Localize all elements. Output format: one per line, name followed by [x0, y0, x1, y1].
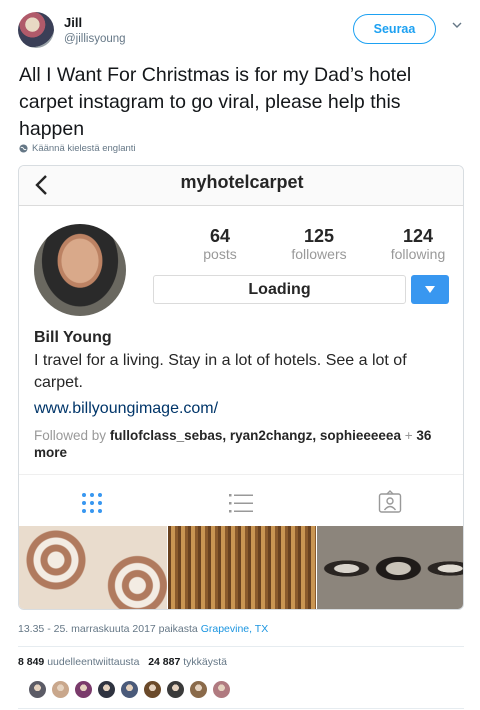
follow-button[interactable]: Seuraa — [353, 14, 436, 44]
translate-label: Käännä kielestä englanti — [32, 143, 136, 154]
carpet-photo — [317, 526, 463, 609]
liker-avatar[interactable] — [143, 680, 162, 699]
instagram-username: myhotelcarpet — [180, 172, 304, 192]
stat-followers: 125 followers — [274, 226, 364, 262]
liker-avatar[interactable] — [51, 680, 70, 699]
dropdown-button — [411, 275, 449, 304]
like-count[interactable]: 24 887 — [148, 656, 180, 668]
followed-suffix: + — [404, 428, 413, 443]
carpet-photo — [19, 526, 167, 609]
tagged-photos-icon — [378, 490, 402, 513]
triangle-down-icon — [425, 286, 435, 293]
author-avatar[interactable] — [18, 12, 54, 48]
liker-avatar[interactable] — [97, 680, 116, 699]
retweet-label[interactable]: uudelleentwiittausta — [47, 656, 139, 668]
stat-value: 64 — [209, 226, 231, 246]
followed-prefix: Followed by — [34, 428, 107, 443]
liker-avatar[interactable] — [166, 680, 185, 699]
like-label[interactable]: tykkäystä — [183, 656, 227, 668]
photo-grid — [19, 526, 463, 609]
tweet-text: All I Want For Christmas is for my Dad’s… — [19, 64, 412, 140]
liker-avatar[interactable] — [74, 680, 93, 699]
author-handle[interactable]: @jillisyoung — [64, 33, 126, 45]
profile-bio: Bill Young I travel for a living. Stay i… — [34, 328, 454, 461]
engagement-counts: 8 849 uudelleentwiittausta 24 887 tykkäy… — [18, 656, 227, 668]
media-image[interactable]: myhotelcarpet 64 posts 125 followers 124… — [18, 165, 464, 610]
stat-label: posts — [203, 246, 237, 262]
liker-avatar[interactable] — [120, 680, 139, 699]
liker-avatars — [28, 680, 235, 700]
stat-label: following — [390, 246, 446, 262]
profile-tabs — [19, 474, 463, 526]
profile-stats: 64 posts 125 followers 124 following — [154, 226, 452, 266]
tweet-timestamp: 13.35 - 25. marraskuuta 2017 paikasta Gr… — [18, 623, 268, 635]
stat-value: 125 — [303, 226, 335, 246]
stat-value: 124 — [402, 226, 434, 246]
instagram-top-bar: myhotelcarpet — [19, 166, 463, 206]
profile-photo — [34, 224, 126, 316]
divider — [18, 646, 464, 647]
timestamp-text[interactable]: 13.35 - 25. marraskuuta 2017 paikasta — [18, 623, 198, 635]
bio-text: I travel for a living. Stay in a lot of … — [34, 352, 407, 391]
divider — [18, 708, 464, 709]
chevron-down-icon[interactable] — [452, 20, 462, 30]
bio-name: Bill Young — [34, 329, 112, 346]
globe-icon — [19, 144, 28, 153]
liker-avatar[interactable] — [28, 680, 47, 699]
stat-posts: 64 posts — [175, 226, 265, 262]
carpet-photo — [168, 526, 316, 609]
stat-label: followers — [291, 246, 347, 262]
location-link[interactable]: Grapevine, TX — [201, 623, 269, 635]
loading-button: Loading — [153, 275, 406, 304]
bio-link: www.billyoungimage.com/ — [34, 400, 219, 417]
retweet-count[interactable]: 8 849 — [18, 656, 44, 668]
stat-following: 124 following — [373, 226, 463, 262]
liker-avatar[interactable] — [189, 680, 208, 699]
liker-avatar[interactable] — [212, 680, 231, 699]
translate-link[interactable]: Käännä kielestä englanti — [19, 143, 136, 154]
grid-icon — [82, 493, 102, 513]
followed-users: fullofclass_sebas, ryan2changz, sophieee… — [109, 428, 401, 443]
followed-by: Followed by fullofclass_sebas, ryan2chan… — [34, 427, 454, 461]
author-name[interactable]: Jill — [64, 15, 82, 30]
list-icon — [229, 494, 253, 513]
tweet-header: Jill @jillisyoung Seuraa — [0, 0, 480, 58]
